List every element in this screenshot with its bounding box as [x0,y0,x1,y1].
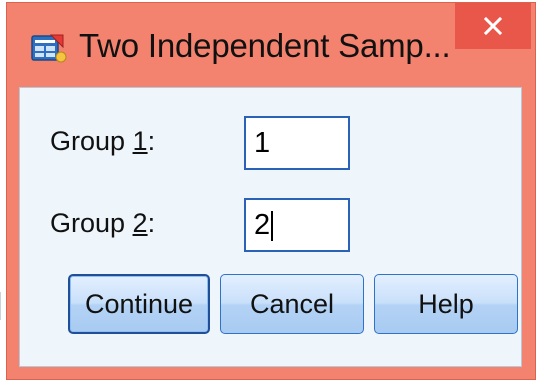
text-caret [271,211,274,242]
group2-input-value: 2 [254,209,271,241]
dialog-window: Two Independent Samp... Group 1: 1 Group… [6,2,536,380]
continue-button[interactable]: Continue [68,274,210,334]
group2-label-prefix: Group [50,208,133,238]
group1-input-value: 1 [254,127,271,159]
group2-label: Group 2: [50,208,155,239]
close-button[interactable] [455,3,531,49]
group2-label-mnemonic: 2 [132,208,148,238]
background-divider [0,292,1,320]
dialog-title: Two Independent Samp... [79,27,451,64]
group1-label-prefix: Group [50,126,133,156]
close-icon [483,16,503,36]
group1-label-mnemonic: 1 [132,126,148,156]
help-button[interactable]: Help [374,274,518,334]
dialog-body: Group 1: 1 Group 2: 2 Continue Cancel He… [19,87,522,367]
cancel-button[interactable]: Cancel [220,274,364,334]
group1-label: Group 1: [50,126,155,157]
group2-label-suffix: : [147,208,156,238]
group1-label-suffix: : [147,126,156,156]
group2-input[interactable]: 2 [244,198,350,252]
title-bar[interactable]: Two Independent Samp... [7,3,535,79]
spss-dialog-icon [31,33,67,63]
group1-input[interactable]: 1 [244,116,350,170]
